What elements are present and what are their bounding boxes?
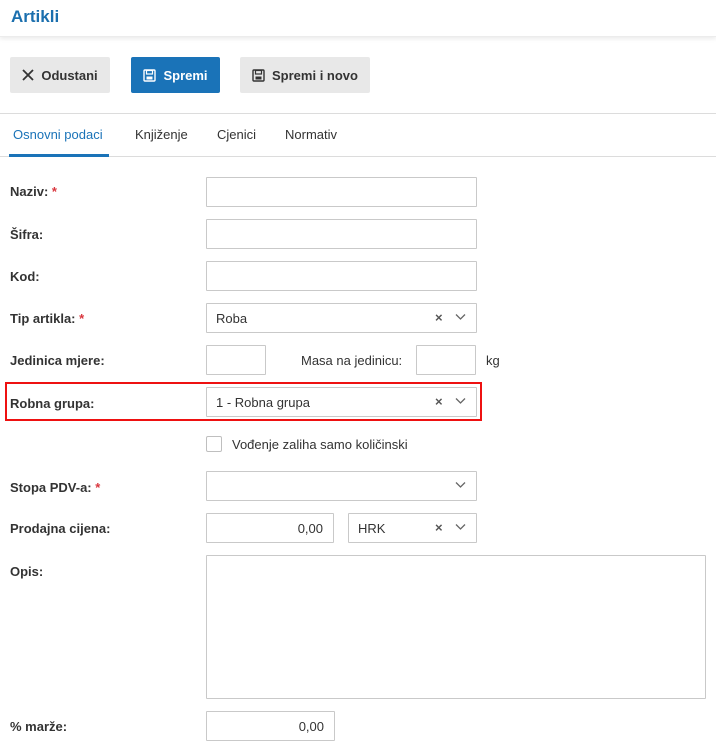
masa-unit: kg [486,353,500,368]
cancel-button-label: Odustani [41,67,98,83]
tab-bar: Osnovni podaci Knjiženje Cjenici Normati… [0,114,716,157]
stopa-pdv-label: Stopa PDV-a: * [10,480,101,495]
page-title: Artikli [11,7,60,26]
jedinica-mjere-label: Jedinica mjere: [10,353,105,368]
save-button-label: Spremi [163,67,208,83]
jedinica-mjere-input[interactable] [206,345,266,375]
naziv-label: Naziv: * [10,184,57,199]
opis-textarea[interactable] [206,555,706,699]
kod-input[interactable] [206,261,477,291]
robna-grupa-value: 1 - Robna grupa [216,395,310,410]
masa-input[interactable] [416,345,476,375]
vodjenje-zaliha-label[interactable]: Vođenje zaliha samo količinski [232,437,408,452]
prodajna-cijena-label: Prodajna cijena: [10,521,111,536]
app-header: Artikli [0,0,716,37]
clear-icon[interactable]: × [435,310,443,325]
clear-icon[interactable]: × [435,520,443,535]
chevron-down-icon[interactable] [455,481,466,489]
required-mark: * [79,311,85,326]
tab-normativ[interactable]: Normativ [285,127,337,142]
save-and-new-button-label: Spremi i novo [272,67,358,83]
marza-label: % marže: [10,719,68,734]
tip-artikla-value: Roba [216,311,248,326]
robna-grupa-label: Robna grupa: [10,396,95,411]
stopa-pdv-select[interactable] [206,471,477,501]
robna-grupa-select[interactable]: 1 - Robna grupa × [206,387,477,417]
masa-label: Masa na jedinicu: [301,353,403,368]
tab-cjenici[interactable]: Cjenici [217,127,256,142]
floppy-icon [143,68,157,82]
naziv-input[interactable] [206,177,477,207]
active-tab-indicator [9,154,109,157]
tip-artikla-select[interactable]: Roba × [206,303,477,333]
opis-label: Opis: [10,564,44,579]
save-and-new-button[interactable]: Spremi i novo [240,57,370,93]
floppy-icon [252,68,265,82]
required-mark: * [95,480,101,495]
tab-osnovni-podaci[interactable]: Osnovni podaci [13,127,103,142]
clear-icon[interactable]: × [435,394,443,409]
vodjenje-zaliha-checkbox[interactable] [206,436,222,452]
cancel-button[interactable]: Odustani [10,57,110,93]
chevron-down-icon[interactable] [455,313,466,321]
currency-value: HRK [358,521,386,536]
tab-knjizenje[interactable]: Knjiženje [135,127,188,142]
chevron-down-icon[interactable] [455,523,466,531]
sifra-label: Šifra: [10,227,44,242]
marza-input[interactable]: 0,00 [206,711,335,741]
required-mark: * [51,184,57,199]
save-button[interactable]: Spremi [131,57,220,93]
tip-artikla-label: Tip artikla: * [10,311,85,326]
currency-select[interactable]: HRK × [348,513,477,543]
kod-label: Kod: [10,269,40,284]
sifra-input[interactable] [206,219,477,249]
chevron-down-icon[interactable] [455,397,466,405]
prodajna-cijena-input[interactable]: 0,00 [206,513,334,543]
close-icon [22,69,34,81]
